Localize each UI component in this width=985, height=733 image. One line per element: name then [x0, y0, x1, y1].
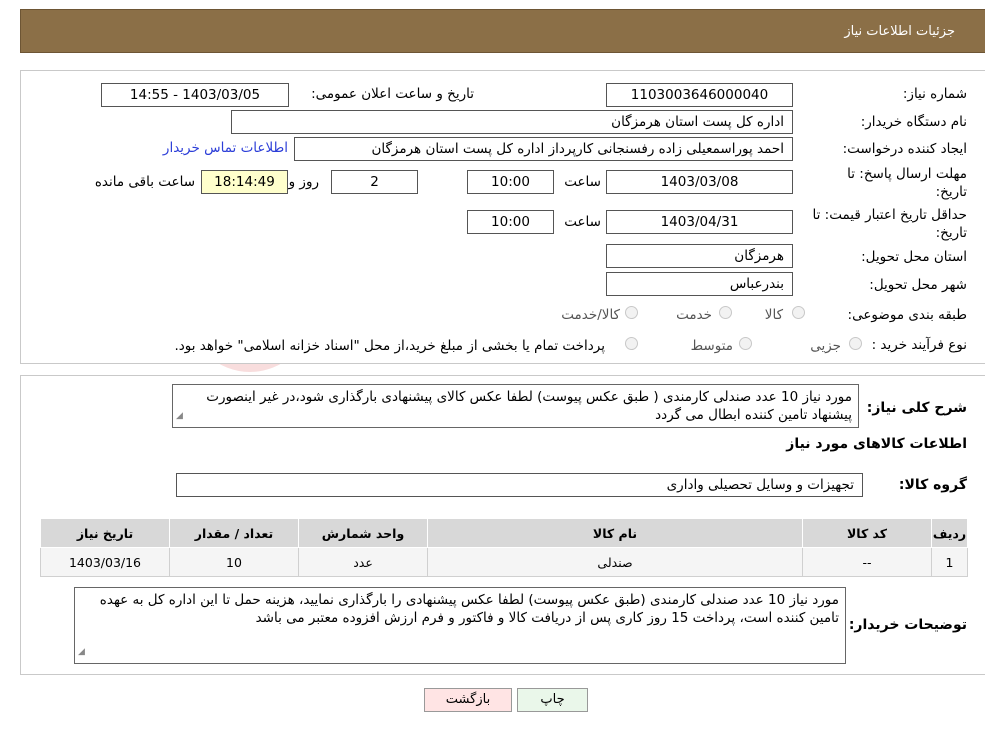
deadline-date-field: 1403/03/08 [606, 170, 793, 194]
resize-grip-icon: ◢ [78, 647, 85, 657]
validity-time-label: ساعت [564, 214, 601, 230]
need-number-label: شماره نیاز: [902, 86, 967, 102]
process-option-minor: جزیی [810, 338, 841, 354]
goods-group-field: تجهیزات و وسایل تحصیلی واداری [176, 473, 863, 497]
cell-row-number: 1 [931, 547, 968, 577]
announce-datetime-field: 1403/03/05 - 14:55 [101, 83, 289, 107]
announce-label: تاریخ و ساعت اعلان عمومی: [311, 86, 474, 102]
resize-grip-icon: ◢ [176, 411, 183, 421]
cell-need-date: 1403/03/16 [40, 547, 170, 577]
deadline-time-field: 10:00 [467, 170, 554, 194]
remaining-label: ساعت باقی مانده [94, 174, 195, 190]
process-radio-medium[interactable] [739, 337, 752, 350]
need-number-field: 1103003646000040 [606, 83, 793, 107]
cell-goods-name: صندلی [427, 547, 803, 577]
process-option-medium: متوسط [690, 338, 733, 354]
print-button[interactable]: چاپ [517, 688, 588, 712]
cell-goods-code: -- [802, 547, 932, 577]
summary-label: شرح کلی نیاز: [866, 400, 967, 416]
category-radio-goods-service[interactable] [625, 306, 638, 319]
province-label: استان محل تحویل: [861, 249, 967, 265]
page-header: جزئیات اطلاعات نیاز [20, 9, 985, 53]
validity-date-field: 1403/04/31 [606, 210, 793, 234]
category-radio-goods[interactable] [792, 306, 805, 319]
table-header-row: ردیف کد کالا نام کالا واحد شمارش تعداد /… [40, 518, 968, 548]
creator-label: ایجاد کننده درخواست: [842, 141, 967, 157]
process-label: نوع فرآیند خرید : [871, 337, 967, 353]
buyer-notes-label: توضیحات خریدار: [848, 617, 967, 633]
category-radio-service[interactable] [719, 306, 732, 319]
back-button[interactable]: بازگشت [424, 688, 512, 712]
validity-label: حداقل تاریخ اعتبار قیمت: تا [812, 207, 967, 223]
goods-table: ردیف کد کالا نام کالا واحد شمارش تعداد /… [40, 518, 968, 577]
page-title: جزئیات اطلاعات نیاز [844, 24, 955, 39]
category-option-goods: کالا [764, 307, 783, 323]
col-header-row-number: ردیف [931, 518, 968, 548]
remaining-time-field: 18:14:49 [201, 170, 288, 194]
deadline-label-date: تاریخ: [935, 184, 967, 200]
goods-group-label: گروه کالا: [898, 477, 967, 493]
summary-textarea: مورد نیاز 10 عدد صندلی کارمندی ( طبق عکس… [172, 384, 859, 428]
deadline-label: مهلت ارسال پاسخ: تا [847, 166, 967, 182]
process-note: پرداخت تمام یا بخشی از مبلغ خرید،از محل … [174, 338, 605, 354]
goods-section-title: اطلاعات کالاهای مورد نیاز [786, 436, 967, 452]
col-header-quantity: تعداد / مقدار [169, 518, 299, 548]
validity-time-field: 10:00 [467, 210, 554, 234]
col-header-need-date: تاریخ نیاز [40, 518, 170, 548]
city-label: شهر محل تحویل: [869, 277, 967, 293]
validity-label-date: تاریخ: [935, 225, 967, 241]
category-option-goods-service: کالا/خدمت [561, 307, 620, 323]
cell-quantity: 10 [169, 547, 299, 577]
buyer-label: نام دستگاه خریدار: [860, 114, 967, 130]
process-radio-minor[interactable] [849, 337, 862, 350]
cell-unit: عدد [298, 547, 428, 577]
days-label: روز و [288, 174, 319, 190]
category-label: طبقه بندی موضوعی: [847, 307, 967, 323]
province-field: هرمزگان [606, 244, 793, 268]
buyer-notes-text: مورد نیاز 10 عدد صندلی کارمندی (طبق عکس … [99, 592, 839, 626]
col-header-goods-name: نام کالا [427, 518, 803, 548]
buyer-field: اداره کل پست استان هرمزگان [231, 110, 793, 134]
deadline-time-label: ساعت [564, 174, 601, 190]
buyer-notes-textarea: مورد نیاز 10 عدد صندلی کارمندی (طبق عکس … [74, 587, 846, 664]
creator-field: احمد پوراسمعیلی زاده رفسنجانی کارپرداز ا… [294, 137, 793, 161]
buyer-contact-link[interactable]: اطلاعات تماس خریدار [163, 140, 288, 156]
process-radio-treasury[interactable] [625, 337, 638, 350]
days-field: 2 [331, 170, 418, 194]
col-header-goods-code: کد کالا [802, 518, 932, 548]
city-field: بندرعباس [606, 272, 793, 296]
summary-text: مورد نیاز 10 عدد صندلی کارمندی ( طبق عکس… [206, 389, 852, 423]
table-row: 1 -- صندلی عدد 10 1403/03/16 [40, 547, 968, 577]
category-option-service: خدمت [676, 307, 712, 323]
col-header-unit: واحد شمارش [298, 518, 428, 548]
